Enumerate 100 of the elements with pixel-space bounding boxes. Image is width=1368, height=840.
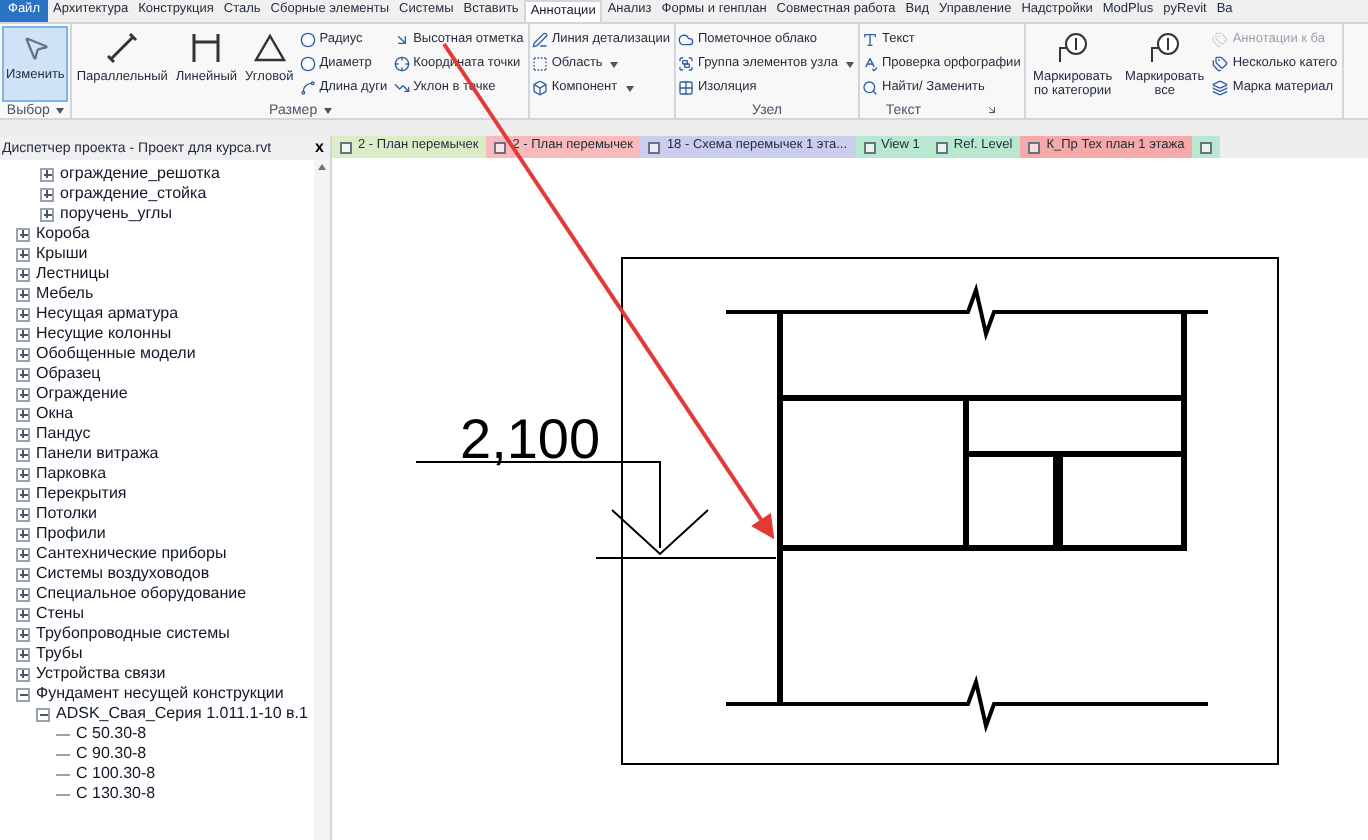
tool-icon bbox=[1212, 32, 1229, 48]
expand-icon[interactable] bbox=[16, 327, 30, 341]
tool-icon bbox=[677, 80, 694, 96]
tool-icon bbox=[393, 80, 410, 96]
tool-icon bbox=[1212, 80, 1229, 96]
tree-item[interactable]: Несущая арматура bbox=[36, 306, 179, 322]
caret-icon bbox=[610, 61, 619, 67]
tree-item[interactable]: Сантехнические приборы bbox=[36, 546, 227, 562]
elevation-label: 2,100 bbox=[460, 408, 601, 470]
expand-icon[interactable] bbox=[16, 627, 30, 641]
expand-icon[interactable] bbox=[16, 347, 30, 361]
scrollbar[interactable] bbox=[314, 160, 330, 840]
tree-item[interactable]: Потолки bbox=[36, 506, 98, 522]
tree-item[interactable]: Короба bbox=[36, 226, 90, 242]
tag-icon bbox=[1146, 32, 1183, 64]
expand-icon[interactable] bbox=[16, 447, 30, 461]
tree-item[interactable]: Ограждение bbox=[36, 386, 128, 402]
expand-icon[interactable] bbox=[16, 467, 30, 481]
expand-icon[interactable] bbox=[16, 287, 30, 301]
expand-icon[interactable] bbox=[16, 567, 30, 581]
expand-icon[interactable] bbox=[16, 607, 30, 621]
tool-icon bbox=[299, 80, 316, 96]
expand-icon[interactable] bbox=[16, 267, 30, 281]
tree-item[interactable]: Перекрытия bbox=[36, 486, 127, 502]
expand-icon[interactable] bbox=[40, 167, 54, 181]
view-icon bbox=[648, 141, 661, 153]
expand-icon[interactable] bbox=[16, 527, 30, 541]
tree-item[interactable]: Пандус bbox=[36, 426, 91, 442]
tool-icon bbox=[862, 32, 878, 48]
caret-icon bbox=[846, 61, 854, 67]
expand-icon[interactable] bbox=[16, 547, 30, 561]
tree-item[interactable]: Системы воздуховодов bbox=[36, 566, 210, 582]
tool-icon bbox=[862, 56, 878, 72]
expand-icon[interactable] bbox=[16, 507, 30, 521]
expand-icon[interactable] bbox=[16, 387, 30, 401]
tree-item[interactable]: С 90.30-8 bbox=[76, 746, 147, 762]
view-icon bbox=[1028, 141, 1041, 153]
linear-dimension-icon bbox=[190, 32, 223, 64]
view-icon bbox=[1200, 141, 1213, 153]
tree-item[interactable]: Устройства связи bbox=[36, 666, 166, 682]
expand-icon[interactable] bbox=[40, 187, 54, 201]
tree-item[interactable]: Несущие колонны bbox=[36, 326, 172, 342]
expand-icon[interactable] bbox=[16, 427, 30, 441]
tag-icon bbox=[1054, 32, 1091, 64]
tree-item[interactable]: Парковка bbox=[36, 466, 107, 482]
tree-item[interactable]: Стены bbox=[36, 606, 84, 622]
caret-icon bbox=[625, 85, 634, 91]
angle-icon bbox=[253, 32, 286, 64]
tree-item[interactable]: Окна bbox=[36, 406, 74, 422]
caret-icon[interactable] bbox=[55, 107, 64, 113]
dialog-launcher-icon[interactable] bbox=[986, 104, 999, 116]
tree-item[interactable]: Фундамент несущей конструкции bbox=[36, 686, 284, 702]
tree-item[interactable]: С 130.30-8 bbox=[76, 786, 156, 802]
tool-icon bbox=[862, 80, 878, 96]
view-icon bbox=[340, 141, 352, 153]
aligned-dimension-icon bbox=[106, 32, 139, 64]
expand-icon[interactable] bbox=[16, 227, 30, 241]
expand-icon[interactable] bbox=[16, 247, 30, 261]
collapse-icon[interactable] bbox=[16, 687, 30, 701]
tree-item[interactable]: Панели витража bbox=[36, 446, 159, 462]
expand-icon[interactable] bbox=[16, 587, 30, 601]
close-button[interactable]: x bbox=[311, 140, 328, 156]
tree-item[interactable]: Лестницы bbox=[36, 266, 110, 282]
tree-item[interactable]: ограждение_стойка bbox=[60, 186, 207, 202]
tree-item[interactable]: ADSK_Свая_Серия 1.011.1-10 в.1 bbox=[56, 706, 308, 722]
tree-item[interactable]: Обобщенные модели bbox=[36, 346, 196, 362]
tool-icon bbox=[677, 32, 694, 48]
tree-item[interactable]: С 100.30-8 bbox=[76, 766, 156, 782]
tool-icon bbox=[531, 56, 548, 72]
tree-item[interactable]: С 50.30-8 bbox=[76, 726, 147, 742]
tree-item[interactable]: ограждение_решотка bbox=[60, 166, 220, 182]
expand-icon[interactable] bbox=[16, 307, 30, 321]
view-icon bbox=[935, 141, 948, 153]
caret-icon[interactable] bbox=[323, 107, 332, 113]
tree-item[interactable]: Образец bbox=[36, 366, 101, 382]
view-icon bbox=[863, 141, 876, 153]
tool-icon bbox=[677, 56, 694, 72]
tool-icon bbox=[531, 32, 548, 48]
collapse-icon[interactable] bbox=[36, 707, 50, 721]
expand-icon[interactable] bbox=[16, 487, 30, 501]
scroll-up-icon[interactable] bbox=[318, 164, 326, 170]
tree-item[interactable]: Трубы bbox=[36, 646, 83, 662]
tree-item[interactable]: Профили bbox=[36, 526, 106, 542]
expand-icon[interactable] bbox=[16, 407, 30, 421]
view-icon bbox=[494, 141, 507, 153]
expand-icon[interactable] bbox=[16, 367, 30, 381]
tree-item[interactable]: Крыши bbox=[36, 246, 88, 262]
tree-item[interactable]: Специальное оборудование bbox=[36, 586, 247, 602]
tool-icon bbox=[1212, 56, 1229, 72]
tool-icon bbox=[393, 32, 410, 48]
tree-item[interactable]: Мебель bbox=[36, 286, 94, 302]
expand-icon[interactable] bbox=[40, 207, 54, 221]
cursor-icon bbox=[21, 34, 50, 62]
tree-item[interactable]: поручень_углы bbox=[60, 206, 172, 222]
view-tab[interactable] bbox=[1192, 136, 1221, 158]
tool-icon bbox=[393, 56, 410, 72]
tree-item[interactable]: Трубопроводные системы bbox=[36, 626, 230, 642]
tool-icon bbox=[531, 80, 548, 96]
expand-icon[interactable] bbox=[16, 667, 30, 681]
expand-icon[interactable] bbox=[16, 647, 30, 661]
